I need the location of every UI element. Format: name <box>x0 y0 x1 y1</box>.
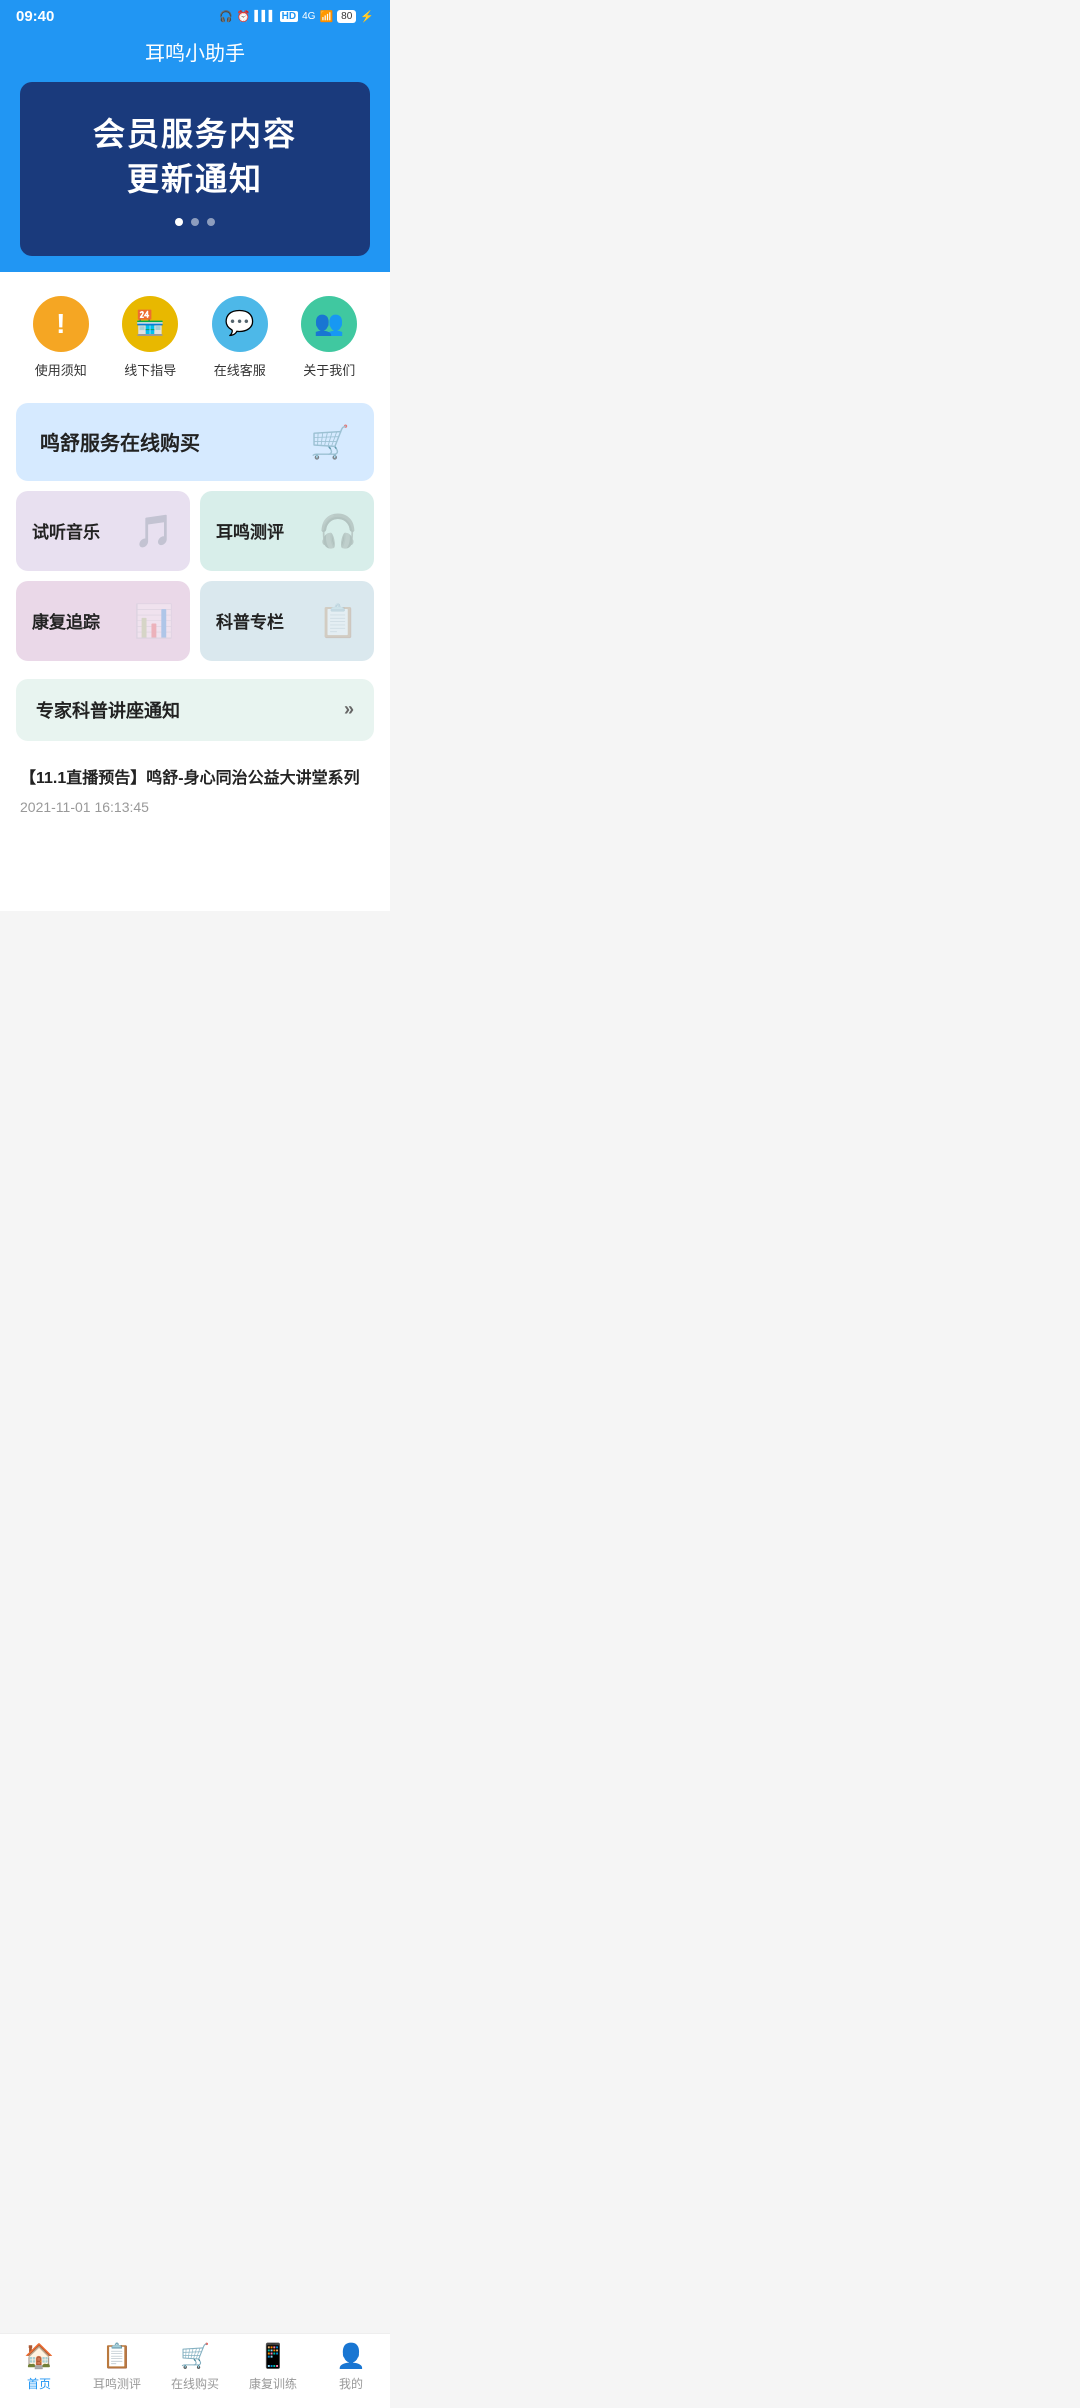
card-evaluation[interactable]: 耳鸣测评 🎧 <box>200 491 374 571</box>
notification-arrow: » <box>344 699 354 720</box>
science-icon: 📋 <box>318 602 358 640</box>
article-date: 2021-11-01 16:13:45 <box>20 799 370 815</box>
eval-label: 耳鸣测评 <box>93 2375 141 2392</box>
about-label: 关于我们 <box>303 360 355 379</box>
wifi-icon: 📶 <box>319 10 333 23</box>
notice-icon: ! <box>33 296 89 352</box>
home-label: 首页 <box>27 2375 51 2392</box>
purchase-icon: 🛒 <box>310 423 350 461</box>
shop-label: 在线购买 <box>171 2375 219 2392</box>
header: 耳鸣小助手 <box>0 29 390 82</box>
status-icons: 🎧 ⏰ ▌▌▌ HD 4G 📶 80 ⚡ <box>219 10 374 23</box>
charging-icon: ⚡ <box>360 10 374 23</box>
evaluation-icon: 🎧 <box>318 512 358 550</box>
service-icon: 💬 <box>212 296 268 352</box>
banner-card[interactable]: 会员服务内容 更新通知 <box>20 82 370 256</box>
dot-3 <box>207 218 215 226</box>
quick-actions: ! 使用须知 🏪 线下指导 💬 在线客服 👥 关于我们 <box>0 272 390 395</box>
recovery-label: 康复追踪 <box>32 608 100 633</box>
card-recovery[interactable]: 康复追踪 📊 <box>16 581 190 661</box>
nav-mine[interactable]: 👤 我的 <box>321 2342 381 2392</box>
banner-line2: 更新通知 <box>127 157 263 202</box>
notice-label: 使用须知 <box>35 360 87 379</box>
4g-badge: 4G <box>302 11 315 22</box>
dot-1 <box>175 218 183 226</box>
nav-shop[interactable]: 🛒 在线购买 <box>165 2342 225 2392</box>
home-icon: 🏠 <box>24 2342 54 2371</box>
eval-icon: 📋 <box>102 2342 132 2371</box>
headphone-icon: 🎧 <box>219 10 233 23</box>
card-row-1: 试听音乐 🎵 耳鸣测评 🎧 <box>16 491 374 571</box>
card-row-2: 康复追踪 📊 科普专栏 📋 <box>16 581 374 661</box>
main-content: ! 使用须知 🏪 线下指导 💬 在线客服 👥 关于我们 鸣舒服务在线购买 🛒 试… <box>0 272 390 911</box>
shop-icon: 🛒 <box>180 2342 210 2371</box>
bottom-nav: 🏠 首页 📋 耳鸣测评 🛒 在线购买 📱 康复训练 👤 我的 <box>0 2333 390 2408</box>
purchase-label: 鸣舒服务在线购买 <box>40 427 200 456</box>
recovery-icon: 📊 <box>134 602 174 640</box>
article-title: 【11.1直播预告】鸣舒-身心同治公益大讲堂系列 <box>20 767 370 791</box>
training-label: 康复训练 <box>249 2375 297 2392</box>
action-offline[interactable]: 🏪 线下指导 <box>122 296 178 379</box>
status-time: 09:40 <box>16 8 54 25</box>
status-bar: 09:40 🎧 ⏰ ▌▌▌ HD 4G 📶 80 ⚡ <box>0 0 390 29</box>
nav-training[interactable]: 📱 康复训练 <box>243 2342 303 2392</box>
action-about[interactable]: 👥 关于我们 <box>301 296 357 379</box>
dot-2 <box>191 218 199 226</box>
mine-label: 我的 <box>339 2375 363 2392</box>
card-music[interactable]: 试听音乐 🎵 <box>16 491 190 571</box>
offline-icon: 🏪 <box>122 296 178 352</box>
card-purchase[interactable]: 鸣舒服务在线购买 🛒 <box>16 403 374 481</box>
page-title: 耳鸣小助手 <box>0 37 390 66</box>
action-notice[interactable]: ! 使用须知 <box>33 296 89 379</box>
nav-evaluation[interactable]: 📋 耳鸣测评 <box>87 2342 147 2392</box>
card-science[interactable]: 科普专栏 📋 <box>200 581 374 661</box>
offline-label: 线下指导 <box>124 360 176 379</box>
notification-label: 专家科普讲座通知 <box>36 697 180 723</box>
banner-dots <box>175 218 215 226</box>
evaluation-label: 耳鸣测评 <box>216 518 284 543</box>
banner-line1: 会员服务内容 <box>93 112 297 157</box>
about-icon: 👥 <box>301 296 357 352</box>
music-label: 试听音乐 <box>32 518 100 543</box>
action-service[interactable]: 💬 在线客服 <box>212 296 268 379</box>
battery-icon: 80 <box>337 10 356 23</box>
banner-container: 会员服务内容 更新通知 <box>0 82 390 272</box>
service-label: 在线客服 <box>214 360 266 379</box>
nav-home[interactable]: 🏠 首页 <box>9 2342 69 2392</box>
science-label: 科普专栏 <box>216 608 284 633</box>
signal-icon: ▌▌▌ <box>254 11 275 22</box>
article-section[interactable]: 【11.1直播预告】鸣舒-身心同治公益大讲堂系列 2021-11-01 16:1… <box>0 751 390 831</box>
alarm-icon: ⏰ <box>237 10 251 23</box>
training-icon: 📱 <box>258 2342 288 2371</box>
music-icon: 🎵 <box>134 512 174 550</box>
mine-icon: 👤 <box>336 2342 366 2371</box>
notification-section[interactable]: 专家科普讲座通知 » <box>16 679 374 741</box>
service-cards: 鸣舒服务在线购买 🛒 试听音乐 🎵 耳鸣测评 🎧 康复追踪 📊 科普专栏 📋 <box>0 395 390 669</box>
hd-badge: HD <box>280 11 298 22</box>
